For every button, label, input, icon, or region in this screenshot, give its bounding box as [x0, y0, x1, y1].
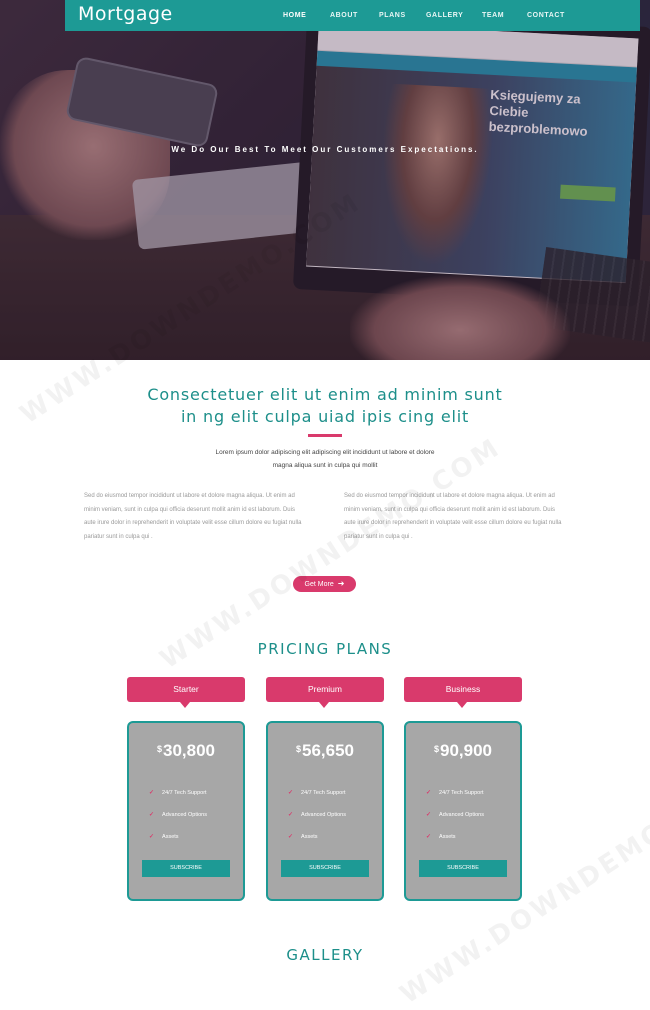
plan-card-starter: $30,800 ✓ 24/7 Tech Support ✓ Advanced Opt… [127, 721, 245, 901]
plan-feature-label: Advanced Options [162, 812, 207, 818]
subscribe-button-business[interactable]: SUBSCRIBE [419, 860, 507, 877]
plan-price-value: 56,650 [302, 741, 354, 760]
gallery-title: GALLERY [286, 946, 364, 964]
plan-feature-label: Assets [301, 834, 318, 840]
nav-item-gallery[interactable]: GALLERY [426, 12, 463, 19]
subscribe-button-starter[interactable]: SUBSCRIBE [142, 860, 230, 877]
nav-item-team[interactable]: TEAM [482, 12, 504, 19]
plan-feature: ✓ 24/7 Tech Support [288, 789, 346, 796]
hero-overlay [0, 0, 650, 360]
intro-text-left: Sed do eiusmod tempor incididunt ut labo… [84, 493, 302, 540]
plan-feature: ✓ 24/7 Tech Support [426, 789, 484, 796]
nav-item-plans[interactable]: PLANS [379, 12, 406, 19]
plan-card-premium: $56,650 ✓ 24/7 Tech Support ✓ Advanced Opt… [266, 721, 384, 901]
intro-title-line2: in ng elit culpa uiad ipis cing elit [180, 407, 470, 426]
intro-subtitle: Lorem ipsum dolor adipiscing elit adipis… [0, 446, 650, 472]
plan-price: $90,900 [406, 741, 520, 761]
check-icon: ✓ [288, 790, 294, 796]
nav-item-home[interactable]: HOME [283, 12, 306, 19]
plan-label-premium: Premium [266, 677, 384, 708]
plan-price-value: 30,800 [163, 741, 215, 760]
check-icon: ✓ [288, 812, 294, 818]
plan-label-starter: Starter [127, 677, 245, 708]
plan-feature-label: 24/7 Tech Support [162, 790, 207, 796]
currency-symbol: $ [295, 744, 301, 754]
pricing-title: PRICING PLANS [257, 640, 393, 658]
logo[interactable]: Mortgage [78, 3, 173, 25]
plan-label-business: Business [404, 677, 522, 708]
plan-feature-label: Advanced Options [439, 812, 484, 818]
plan-price: $30,800 [129, 741, 243, 761]
plan-feature: ✓ Advanced Options [288, 811, 346, 818]
intro-subtitle-line2: magna aliqua sunt in culpa qui mollit [272, 462, 378, 469]
plan-feature-label: Advanced Options [301, 812, 346, 818]
intro-title: Consectetuer elit ut enim ad minim sunt … [0, 384, 650, 428]
plan-feature-label: Assets [439, 834, 456, 840]
intro-title-line1: Consectetuer elit ut enim ad minim sunt [147, 385, 503, 404]
plan-feature: ✓ Assets [426, 833, 456, 840]
plan-feature: ✓ Advanced Options [426, 811, 484, 818]
nav-item-contact[interactable]: CONTACT [527, 12, 565, 19]
intro-subtitle-line1: Lorem ipsum dolor adipiscing elit adipis… [215, 449, 435, 456]
plan-feature-label: 24/7 Tech Support [439, 790, 484, 796]
navbar: Mortgage HOME ABOUT PLANS GALLERY TEAM C… [65, 0, 640, 31]
subscribe-button-premium[interactable]: SUBSCRIBE [281, 860, 369, 877]
arrow-right-icon: ➜ [337, 579, 345, 588]
plan-feature-label: Assets [162, 834, 179, 840]
plan-card-business: $90,900 ✓ 24/7 Tech Support ✓ Advanced Opt… [404, 721, 522, 901]
check-icon: ✓ [149, 812, 155, 818]
plan-feature: ✓ 24/7 Tech Support [149, 789, 207, 796]
title-accent-divider [308, 434, 342, 437]
check-icon: ✓ [149, 834, 155, 840]
plan-feature-label: 24/7 Tech Support [301, 790, 346, 796]
check-icon: ✓ [426, 790, 432, 796]
check-icon: ✓ [149, 790, 155, 796]
currency-symbol: $ [156, 744, 162, 754]
plan-price: $56,650 [268, 741, 382, 761]
check-icon: ✓ [288, 834, 294, 840]
plan-price-value: 90,900 [440, 741, 492, 760]
check-icon: ✓ [426, 834, 432, 840]
plan-feature: ✓ Assets [288, 833, 318, 840]
hero-banner: Księgujemy za Ciebie bezproblemowo We Do… [0, 0, 650, 360]
nav-item-about[interactable]: ABOUT [330, 12, 358, 19]
currency-symbol: $ [433, 744, 439, 754]
plan-feature: ✓ Advanced Options [149, 811, 207, 818]
check-icon: ✓ [426, 812, 432, 818]
hero-tagline: We Do Our Best To Meet Our Customers Exp… [171, 145, 479, 154]
plan-feature: ✓ Assets [149, 833, 179, 840]
